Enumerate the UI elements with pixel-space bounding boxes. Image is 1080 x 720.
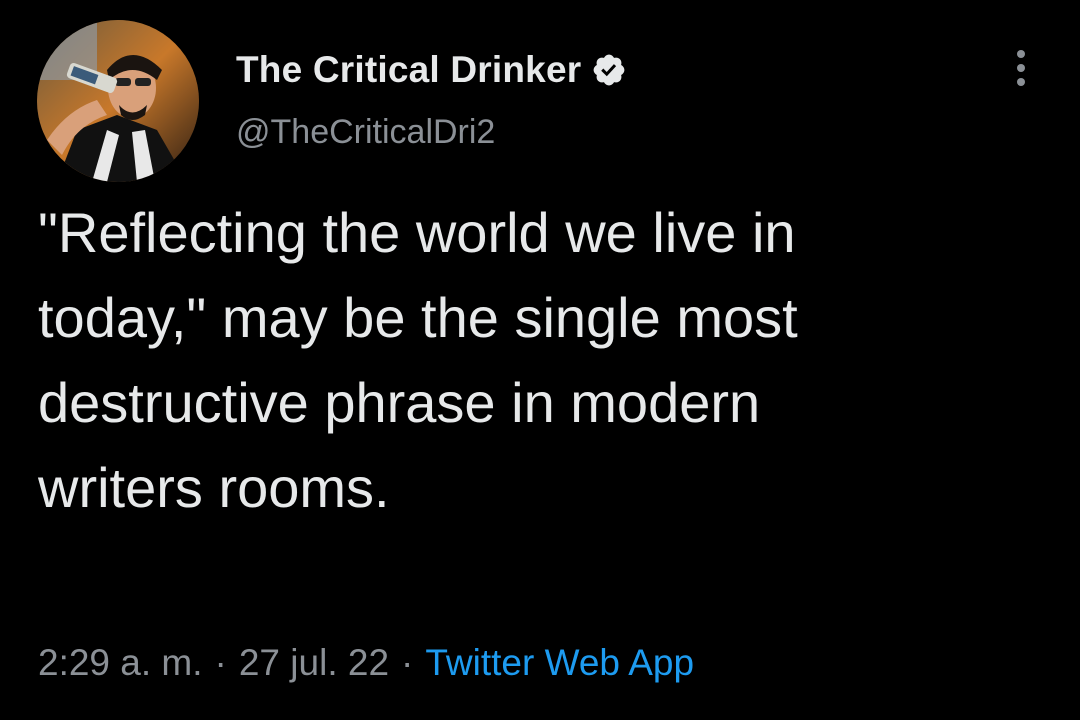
more-options-icon-dot: [1017, 78, 1025, 86]
avatar[interactable]: [37, 20, 199, 182]
tweet-card: The Critical Drinker @TheCriticalDri2 "R…: [0, 0, 1080, 720]
tweet-time[interactable]: 2:29 a. m.: [38, 642, 203, 684]
verified-badge-icon: [591, 52, 627, 88]
meta-separator: ·: [401, 642, 414, 683]
more-options-icon-dot: [1017, 64, 1025, 72]
more-options-icon: [1017, 50, 1025, 58]
tweet-date[interactable]: 27 jul. 22: [239, 642, 389, 684]
more-options-button[interactable]: [1000, 44, 1042, 92]
tweet-text: "Reflecting the world we live in today,"…: [38, 201, 798, 519]
tweet-source-link[interactable]: Twitter Web App: [425, 642, 694, 684]
display-name[interactable]: The Critical Drinker: [236, 49, 581, 91]
author-name-row: The Critical Drinker: [236, 46, 627, 94]
author-handle[interactable]: @TheCriticalDri2: [236, 113, 495, 152]
avatar-image: [37, 20, 199, 182]
tweet-metadata: 2:29 a. m. · 27 jul. 22 · Twitter Web Ap…: [38, 636, 694, 690]
meta-separator: ·: [214, 642, 227, 683]
